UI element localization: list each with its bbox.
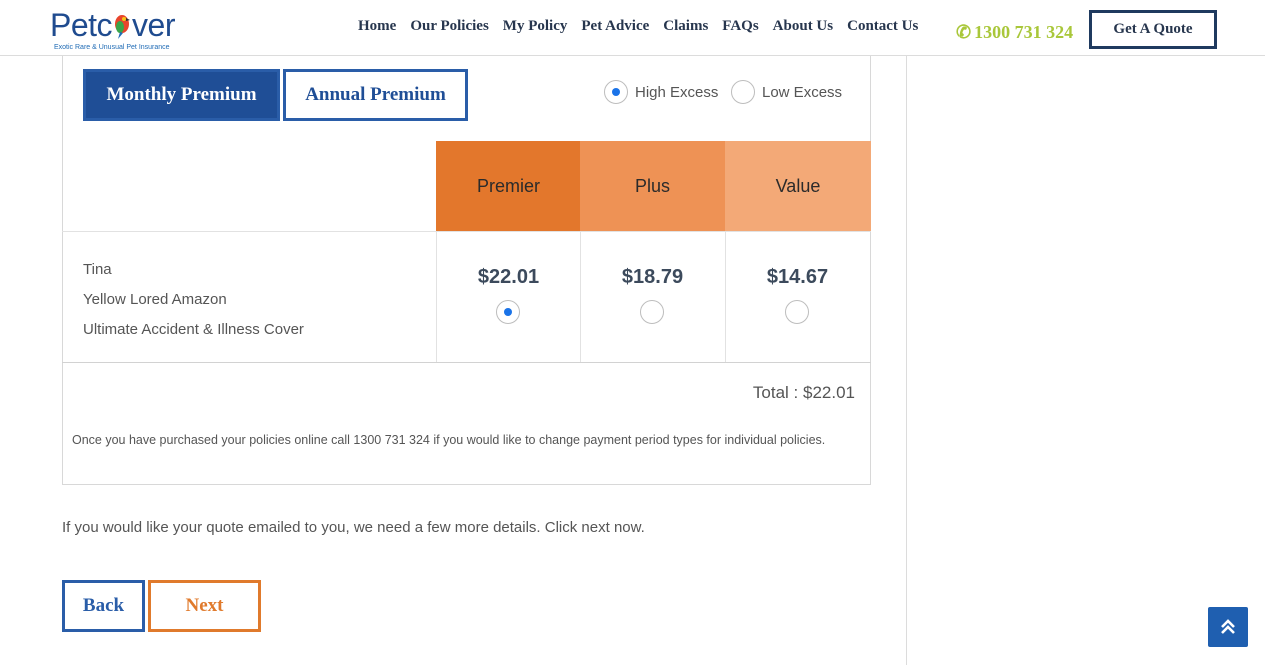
pet-breed: Yellow Lored Amazon xyxy=(83,291,227,308)
nav-contact-us[interactable]: Contact Us xyxy=(847,15,918,37)
table-column-divider xyxy=(580,231,581,362)
select-premier-radio[interactable] xyxy=(496,300,520,324)
plan-header-plus: Plus xyxy=(580,141,725,231)
high-excess-label: High Excess xyxy=(635,83,719,101)
sidebar-divider xyxy=(906,56,907,665)
price-plus: $18.79 xyxy=(621,266,684,288)
next-button[interactable]: Next xyxy=(148,580,261,632)
price-value: $14.67 xyxy=(766,266,829,288)
low-excess-radio[interactable] xyxy=(731,80,755,104)
pet-details: Tina Yellow Lored Amazon Ultimate Accide… xyxy=(83,255,304,345)
table-column-divider xyxy=(436,231,437,362)
total-amount: Total : $22.01 xyxy=(752,383,855,402)
high-excess-radio[interactable] xyxy=(604,80,628,104)
table-divider xyxy=(62,362,871,363)
payment-period-note: Once you have purchased your policies on… xyxy=(72,433,826,447)
select-value-radio[interactable] xyxy=(785,300,809,324)
select-plus-radio[interactable] xyxy=(640,300,664,324)
phone-icon: ✆ xyxy=(956,22,972,42)
pet-cover-type: Ultimate Accident & Illness Cover xyxy=(83,321,304,338)
pet-name: Tina xyxy=(83,261,112,278)
scroll-to-top-button[interactable] xyxy=(1208,607,1248,647)
table-column-divider xyxy=(725,231,726,362)
annual-premium-button[interactable]: Annual Premium xyxy=(283,69,468,121)
low-excess-option[interactable]: Low Excess xyxy=(731,80,842,104)
phone-link[interactable]: ✆ 1300 731 324 xyxy=(956,20,1073,44)
logo-text-pet: Petc xyxy=(50,7,113,43)
high-excess-option[interactable]: High Excess xyxy=(604,80,718,104)
nav-my-policy[interactable]: My Policy xyxy=(503,15,568,37)
table-divider xyxy=(62,231,871,232)
email-quote-prompt: If you would like your quote emailed to … xyxy=(62,519,645,536)
phone-number: 1300 731 324 xyxy=(974,22,1074,42)
low-excess-label: Low Excess xyxy=(762,83,843,101)
logo-tagline: Exotic Rare & Unusual Pet Insurance xyxy=(54,44,170,51)
main-nav: Home Our Policies My Policy Pet Advice C… xyxy=(358,15,932,37)
nav-about-us[interactable]: About Us xyxy=(773,15,833,37)
site-header: Petc ver Exotic Rare & Unusual Pet Insur… xyxy=(0,0,1265,56)
logo-wordmark: Petc ver xyxy=(50,4,175,46)
double-chevron-up-icon xyxy=(1221,619,1235,634)
nav-home[interactable]: Home xyxy=(358,15,396,37)
nav-claims[interactable]: Claims xyxy=(663,15,708,37)
price-premier: $22.01 xyxy=(477,266,540,288)
nav-our-policies[interactable]: Our Policies xyxy=(410,15,488,37)
logo-text-ver: ver xyxy=(132,7,175,43)
plan-header-premier: Premier xyxy=(436,141,581,231)
nav-pet-advice[interactable]: Pet Advice xyxy=(581,15,649,37)
petcover-logo[interactable]: Petc ver Exotic Rare & Unusual Pet Insur… xyxy=(50,4,190,54)
back-button[interactable]: Back xyxy=(62,580,145,632)
nav-faqs[interactable]: FAQs xyxy=(722,15,758,37)
parrot-icon xyxy=(115,15,131,39)
plan-header-value: Value xyxy=(725,141,871,231)
monthly-premium-button[interactable]: Monthly Premium xyxy=(83,69,280,121)
get-a-quote-button[interactable]: Get A Quote xyxy=(1089,10,1217,49)
